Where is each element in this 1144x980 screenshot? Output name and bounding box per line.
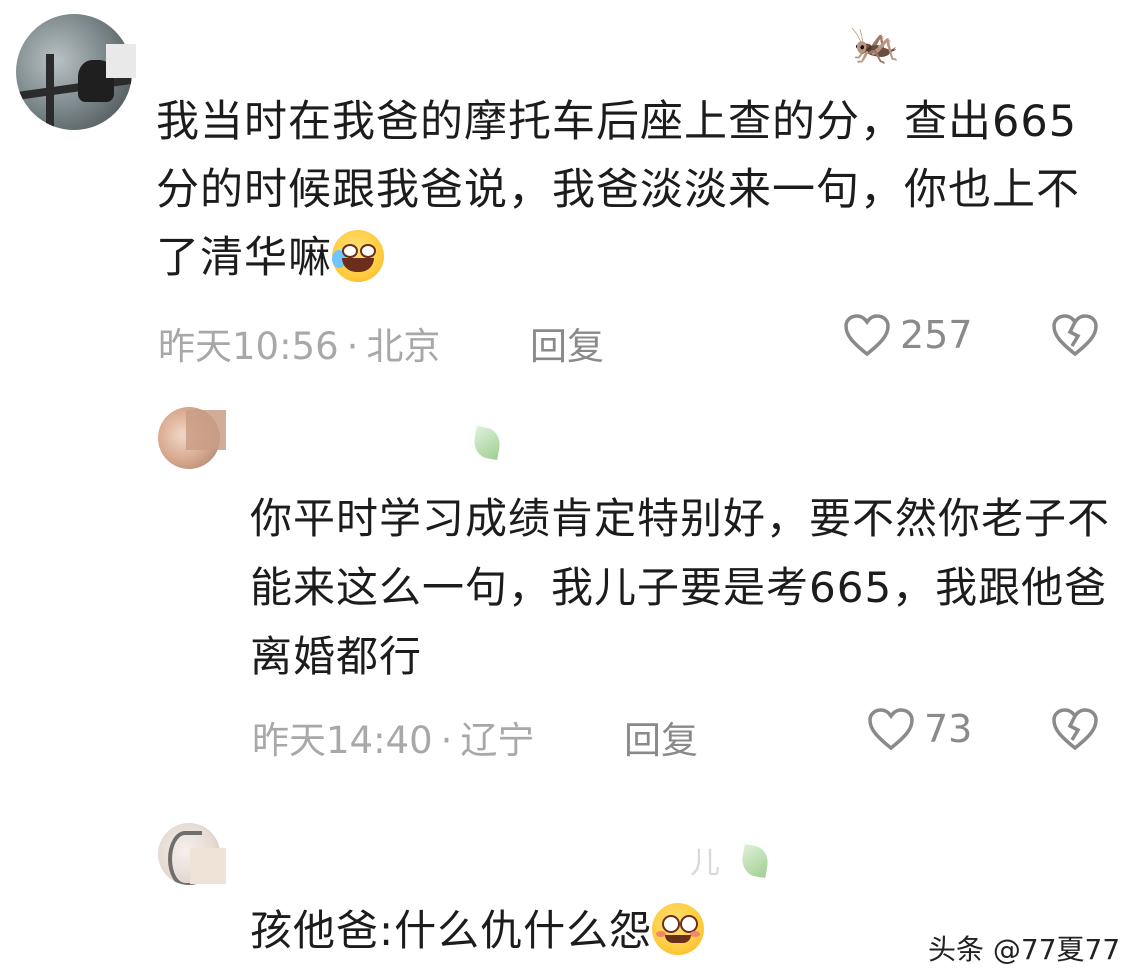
timestamp: 昨天14:40: [252, 719, 433, 762]
comment-meta: 昨天14:40 · 辽宁: [252, 719, 535, 762]
like-count: 257: [900, 313, 973, 357]
comment-text: 我当时在我爸的摩托车后座上查的分，查出665分的时候跟我爸说，我爸淡淡来一句，你…: [156, 97, 1080, 283]
username-redacted: [186, 410, 226, 450]
reply-text: 你平时学习成绩肯定特别好，要不然你老子不能来这么一句，我儿子要是考665，我跟他…: [250, 494, 1111, 681]
like-button[interactable]: 257: [842, 312, 973, 358]
like-button[interactable]: 73: [866, 706, 972, 752]
leaf-badge-icon: [471, 425, 503, 461]
username-fragment: 儿: [690, 846, 720, 881]
location: 北京: [366, 325, 441, 368]
blush-smile-emoji: [652, 903, 705, 955]
heart-icon: [844, 314, 890, 357]
username-redacted: [106, 44, 136, 78]
bug-icon: 🦗: [850, 21, 900, 67]
reply-button[interactable]: 回复: [530, 316, 604, 370]
comment-meta: 昨天10:56 · 北京: [158, 325, 441, 368]
timestamp: 昨天10:56: [158, 325, 339, 368]
username-redacted: [190, 848, 226, 884]
like-count: 73: [924, 707, 973, 751]
dislike-broken-heart-icon[interactable]: [1050, 706, 1100, 752]
location: 辽宁: [460, 719, 535, 762]
reply-button[interactable]: 回复: [624, 710, 698, 764]
reply-text: 孩他爸:什么仇什么怨: [250, 896, 950, 965]
leaf-badge-icon: [739, 843, 771, 879]
rofl-emoji: [332, 230, 384, 282]
watermark: 头条 @77夏77: [928, 933, 1121, 966]
heart-icon: [868, 708, 914, 751]
dislike-broken-heart-icon[interactable]: [1050, 312, 1100, 358]
